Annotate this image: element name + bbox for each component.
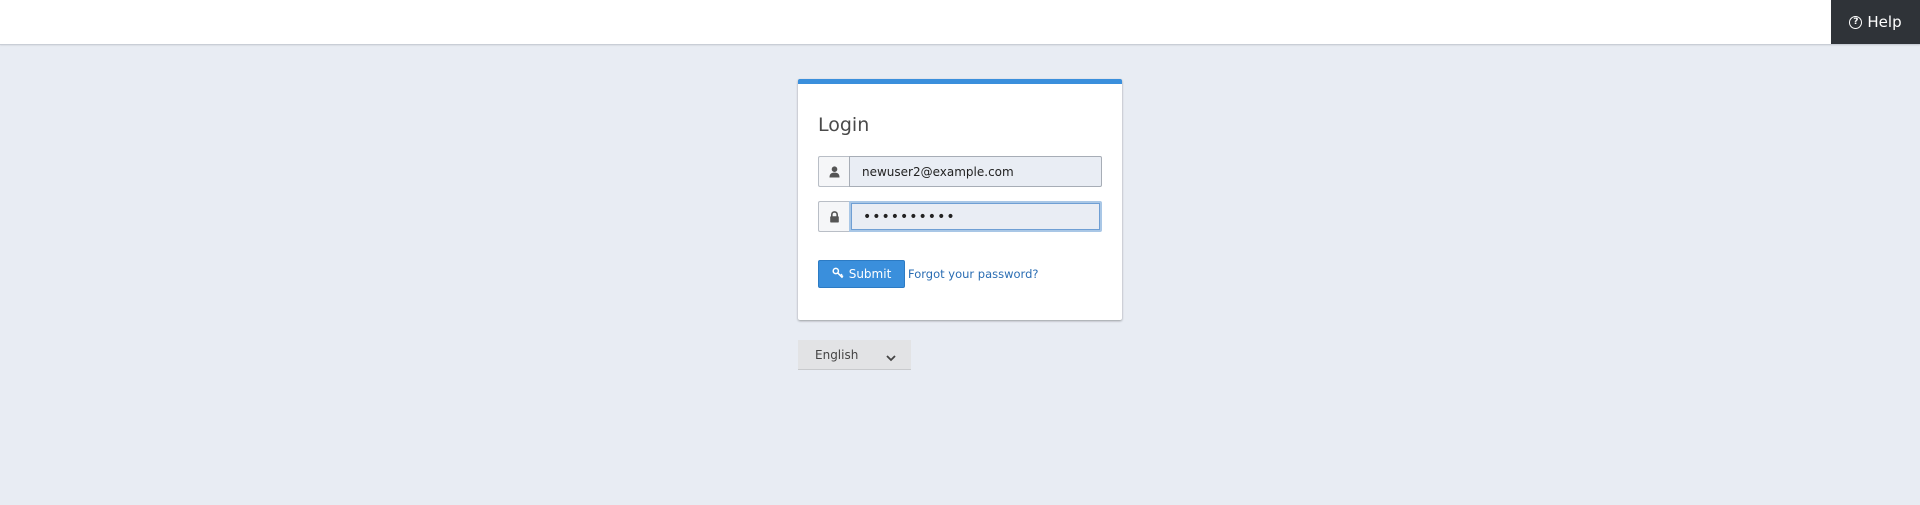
chevron-down-icon <box>886 351 896 365</box>
login-card: Login Submit Forgot your password? <box>798 79 1122 320</box>
password-input[interactable] <box>849 201 1102 232</box>
submit-button[interactable]: Submit <box>818 260 905 288</box>
lock-icon <box>818 201 849 232</box>
user-icon <box>818 156 849 187</box>
key-icon <box>832 267 844 282</box>
password-field-group <box>818 201 1102 232</box>
submit-label: Submit <box>848 267 892 281</box>
language-select[interactable]: English <box>798 340 911 370</box>
forgot-password-link[interactable]: Forgot your password? <box>908 267 1038 281</box>
login-title: Login <box>818 114 870 136</box>
help-button[interactable]: ? Help <box>1831 0 1920 44</box>
email-input[interactable] <box>849 156 1102 187</box>
help-label: Help <box>1867 13 1902 31</box>
email-field-group <box>818 156 1102 187</box>
top-bar: ? Help <box>0 0 1920 45</box>
question-circle-icon: ? <box>1849 15 1863 29</box>
language-selected-label: English <box>815 347 859 362</box>
